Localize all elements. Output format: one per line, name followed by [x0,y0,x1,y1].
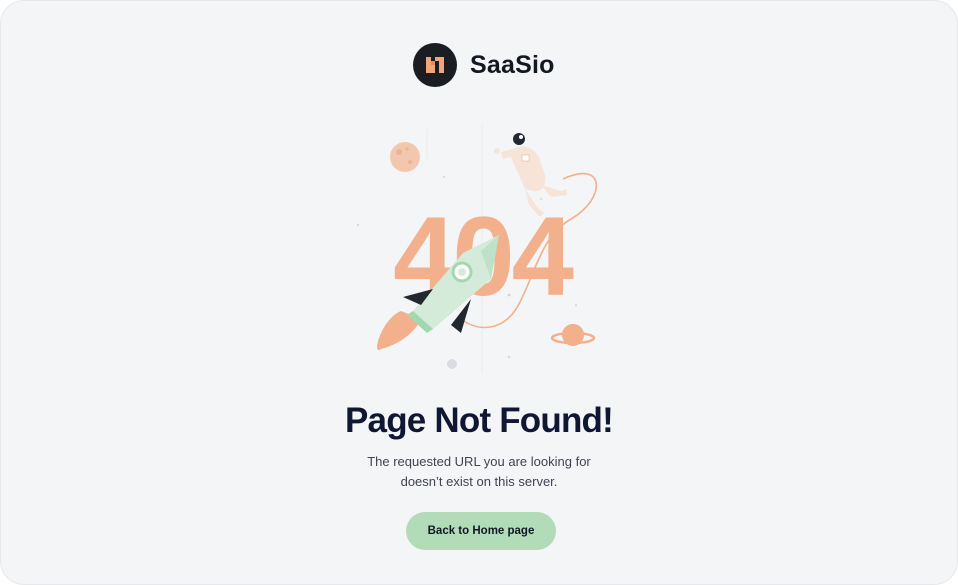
brand-name: SaaSio [470,50,555,79]
saasio-logo-icon [413,43,457,87]
back-to-home-button[interactable]: Back to Home page [406,512,556,550]
description-line-1: The requested URL you are looking for [367,454,591,469]
error-description: The requested URL you are looking for do… [1,452,957,492]
error-page: SaaSio 404 [0,0,958,585]
brand-header[interactable]: SaaSio [413,43,555,87]
planet-icon [550,324,596,346]
404-illustration: 404 [356,124,598,374]
description-line-2: doesn’t exist on this server. [400,474,558,489]
moon-icon [390,142,420,172]
asteroid-icon [447,359,457,369]
page-title: Page Not Found! [345,401,614,440]
